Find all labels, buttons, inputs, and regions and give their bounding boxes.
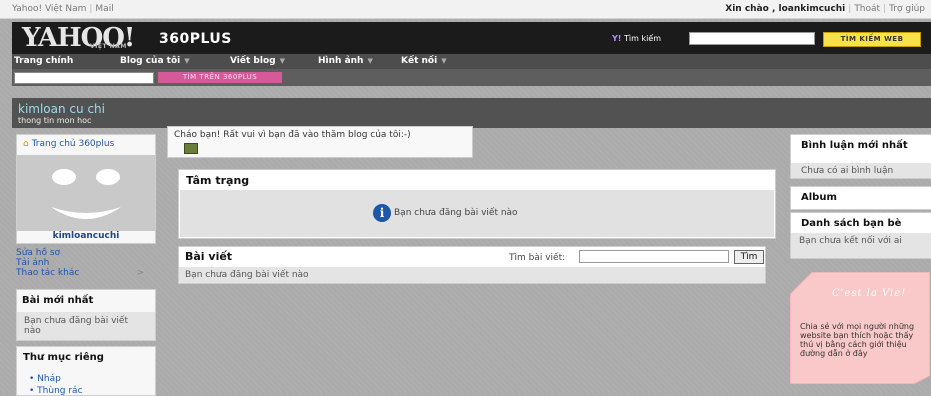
more-actions-link[interactable]: Thao tác khác > (16, 268, 144, 278)
yahoo-vn-link[interactable]: Yahoo! Việt Nam (12, 4, 86, 14)
private-folders-title: Thư mục riêng (23, 352, 104, 363)
help-link[interactable]: Trợ giúp (889, 4, 925, 14)
upload-photo-link[interactable]: Tải ảnh (16, 258, 49, 268)
posts-search-input[interactable] (579, 250, 729, 263)
friends-title: Danh sách bạn bè (801, 218, 902, 229)
user-greeting: Xin chào , loankimcuchi (725, 4, 846, 14)
chevron-down-icon: ▼ (184, 57, 190, 65)
nav-images[interactable]: Hình ảnh ▼ (318, 56, 373, 66)
share-links-note: C'est la Vie! Chia sẻ với mọi người nhữn… (790, 272, 930, 384)
chevron-down-icon: ▼ (441, 57, 447, 65)
smiley-avatar-icon (51, 169, 121, 219)
nav-write-blog[interactable]: Viết blog ▼ (230, 56, 285, 66)
nav-home[interactable]: Trang chính (14, 56, 73, 66)
web-search-label: Y! Tìm kiếm (612, 34, 662, 43)
newest-posts-panel: Bài mới nhất Bạn chưa đăng bài viết nào (16, 289, 156, 341)
folder-trash[interactable]: • Thùng rác (29, 386, 83, 396)
edit-icon[interactable] (184, 143, 198, 154)
info-icon: i (373, 204, 391, 222)
brand-360plus[interactable]: 360PLUS (159, 31, 232, 47)
web-search-button[interactable]: TÌM KIẾM WEB (823, 32, 921, 47)
newest-posts-empty: Bạn chưa đăng bài viết nào (24, 316, 128, 336)
posts-title: Bài viết (185, 250, 233, 263)
nav-my-blog[interactable]: Blog của tôi ▼ (120, 56, 190, 66)
profile-name[interactable]: kimloancuchi (17, 231, 155, 241)
search-360-input[interactable] (14, 72, 154, 84)
top-left-links: Yahoo! Việt Nam | Mail (12, 4, 114, 14)
mood-title: Tâm trạng (186, 174, 250, 187)
share-text: Chia sẻ với mọi người những website bạn … (800, 322, 915, 358)
folder-drafts[interactable]: • Nháp (29, 374, 61, 384)
share-script-heading: C'est la Vie! (832, 288, 907, 299)
greeting-text: Cháo bạn! Rất vui vì bạn đã vào thăm blo… (174, 130, 411, 140)
blog-title[interactable]: kimloan cu chi (18, 102, 105, 116)
friends-empty: Bạn chưa kết nối với ai (799, 236, 902, 246)
edit-profile-link[interactable]: Sửa hồ sơ (16, 248, 60, 258)
logo-subtitle: VIỆT NAM (90, 43, 127, 50)
site-header: YAHOO! VIỆT NAM 360PLUS Y! Tìm kiếm TÌM … (12, 22, 931, 54)
top-right-links: Xin chào , loankimcuchi | Thoát | Trợ giúp (725, 4, 925, 14)
chevron-down-icon: ▼ (367, 57, 373, 65)
recent-comments-empty: Chưa có ai bình luận (801, 166, 894, 176)
blog-subtitle: thong tin mon hoc (18, 116, 92, 125)
friends-panel: Danh sách bạn bè Bạn chưa kết nối với ai (790, 212, 931, 259)
album-panel: Album (790, 186, 931, 210)
chevron-right-icon: > (136, 268, 144, 278)
posts-empty: Bạn chưa đăng bài viết nào (185, 270, 309, 280)
posts-panel: Bài viết Tìm bài viết: Tìm Bạn chưa đăng… (178, 246, 766, 284)
mood-panel: Tâm trạng i Bạn chưa đăng bài viết nào (178, 169, 776, 239)
main-nav: Trang chính Blog của tôi ▼ Viết blog ▼ Hìn… (12, 54, 931, 69)
mail-link[interactable]: Mail (95, 4, 113, 14)
recent-comments-title: Bình luận mới nhất (801, 140, 908, 151)
greeting-box: Cháo bạn! Rất vui vì bạn đã vào thăm blo… (167, 126, 473, 158)
home-360-link[interactable]: ⌂ Trang chủ 360plus (23, 139, 114, 149)
web-search-input[interactable] (689, 32, 815, 45)
posts-search-button[interactable]: Tìm (734, 250, 764, 264)
private-folders-panel: Thư mục riêng • Nháp • Thùng rác (16, 346, 156, 396)
profile-panel: ⌂ Trang chủ 360plus kimloancuchi (16, 134, 156, 244)
top-utility-bar: Yahoo! Việt Nam | Mail Xin chào , loankimc… (0, 0, 931, 19)
blog-title-bar: kimloan cu chi thong tin mon hoc (12, 98, 931, 128)
newest-posts-title: Bài mới nhất (22, 295, 94, 306)
nav-connect[interactable]: Kết nối ▼ (401, 56, 447, 66)
recent-comments-panel: Bình luận mới nhất Chưa có ai bình luận (790, 134, 931, 179)
album-title[interactable]: Album (801, 192, 837, 203)
mood-empty: Bạn chưa đăng bài viết nào (394, 208, 518, 218)
posts-search-label: Tìm bài viết: (509, 253, 566, 263)
logout-link[interactable]: Thoát (854, 4, 880, 14)
avatar[interactable] (17, 155, 155, 231)
yahoo-search-icon: Y! (612, 34, 622, 43)
home-icon: ⌂ (23, 139, 29, 149)
chevron-down-icon: ▼ (279, 57, 285, 65)
search-360-bar: TÌM TRÊN 360PLUS (12, 69, 931, 86)
search-360-button[interactable]: TÌM TRÊN 360PLUS (158, 72, 282, 83)
